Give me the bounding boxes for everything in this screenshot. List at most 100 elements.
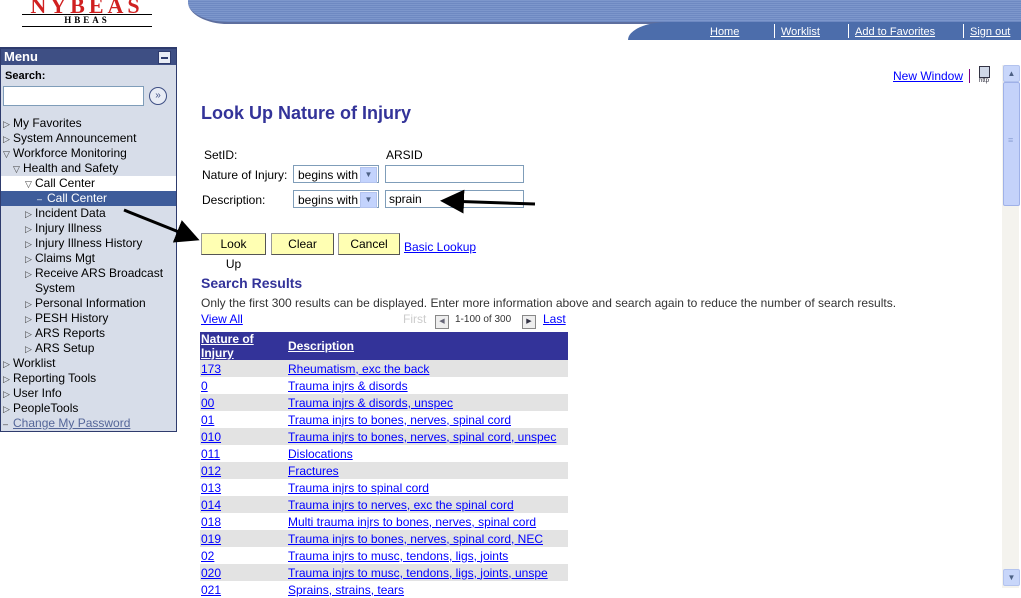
menu-item[interactable]: System [1,281,176,296]
nature-of-injury-link[interactable]: 018 [201,515,221,529]
menu-item[interactable]: ▷ User Info [1,386,176,401]
description-link[interactable]: Trauma injrs to nerves, exc the spinal c… [288,498,514,512]
menu-item[interactable]: ▷ Receive ARS Broadcast [1,266,176,281]
table-row[interactable]: 02 Trauma injrs to musc, tendons, ligs, j… [200,547,568,564]
nature-of-injury-link[interactable]: 010 [201,430,221,444]
menu-item[interactable]: ▷ PESH History [1,311,176,326]
menu-item-label: Receive ARS Broadcast [35,266,164,280]
triangle-down-icon: ▽ [3,149,10,159]
description-link[interactable]: Sprains, strains, tears [288,583,404,597]
nature-of-injury-link[interactable]: 021 [201,583,221,597]
description-link[interactable]: Multi trauma injrs to bones, nerves, spi… [288,515,536,529]
cancel-button[interactable]: Cancel [338,233,400,255]
menu-item[interactable]: ▷ Reporting Tools [1,371,176,386]
look-up-button[interactable]: Look Up [201,233,266,271]
description-link[interactable]: Fractures [288,464,339,478]
nav-home[interactable]: Home [710,26,739,38]
table-row[interactable]: 011 Dislocations [200,445,568,462]
table-row[interactable]: 014 Trauma injrs to nerves, exc the spina… [200,496,568,513]
sort-nature-of-injury[interactable]: Nature of Injury [201,332,254,360]
nav-add-to-favorites[interactable]: Add to Favorites [855,26,935,38]
nature-of-injury-link[interactable]: 012 [201,464,221,478]
menu-item[interactable]: ▷ Injury Illness [1,221,176,236]
menu-search-input[interactable] [3,86,144,106]
description-cell: Trauma injrs to musc, tendons, ligs, joi… [287,564,568,581]
nav-sign-out[interactable]: Sign out [970,26,1010,38]
clear-button[interactable]: Clear [271,233,334,255]
table-row[interactable]: 00 Trauma injrs & disords, unspec [200,394,568,411]
menu-item[interactable]: ▽ Health and Safety [1,161,176,176]
nature-operator-select[interactable]: begins with ▼ [293,165,379,183]
nature-of-injury-link[interactable]: 0 [201,379,208,393]
view-all-link[interactable]: View All [201,312,243,326]
nature-of-injury-cell: 014 [200,496,287,513]
menu-item[interactable]: ▷ Claims Mgt [1,251,176,266]
table-row[interactable]: 01 Trauma injrs to bones, nerves, spinal … [200,411,568,428]
menu-item[interactable]: ▷ Injury Illness History [1,236,176,251]
menu-item[interactable]: ▷ Personal Information [1,296,176,311]
http-icon[interactable]: http [976,66,992,84]
column-header-description[interactable]: Description [287,332,568,360]
scroll-down-icon[interactable]: ▼ [1003,569,1020,586]
nature-of-injury-link[interactable]: 014 [201,498,221,512]
description-operator-select[interactable]: begins with ▼ [293,190,379,208]
scroll-up-icon[interactable]: ▲ [1003,65,1020,82]
description-link[interactable]: Rheumatism, exc the back [288,362,429,376]
description-link[interactable]: Trauma injrs to bones, nerves, spinal co… [288,413,511,427]
description-link[interactable]: Trauma injrs to musc, tendons, ligs, joi… [288,566,548,580]
sort-description[interactable]: Description [288,339,354,353]
description-link[interactable]: Trauma injrs to musc, tendons, ligs, joi… [288,549,508,563]
http-icon-label: http [978,78,989,84]
nature-of-injury-link[interactable]: 01 [201,413,214,427]
new-window-link[interactable]: New Window [893,69,963,83]
table-row[interactable]: 020 Trauma injrs to musc, tendons, ligs, … [200,564,568,581]
description-link[interactable]: Trauma injrs to bones, nerves, spinal co… [288,430,556,444]
nature-of-injury-link[interactable]: 013 [201,481,221,495]
table-row[interactable]: 021 Sprains, strains, tears [200,581,568,598]
table-row[interactable]: 012 Fractures [200,462,568,479]
next-page-icon[interactable]: ▶ [522,315,536,329]
menu-item[interactable]: ▷ My Favorites [1,116,176,131]
last-page-link[interactable]: Last [543,312,566,326]
menu-item[interactable]: ▷ ARS Setup [1,341,176,356]
nature-of-injury-input[interactable] [385,165,524,183]
table-row[interactable]: 013 Trauma injrs to spinal cord [200,479,568,496]
chevron-down-icon[interactable]: ▼ [360,167,377,183]
menu-item[interactable]: ▽ Workforce Monitoring [1,146,176,161]
table-row[interactable]: 019 Trauma injrs to bones, nerves, spinal… [200,530,568,547]
nature-of-injury-link[interactable]: 02 [201,549,214,563]
menu-item[interactable]: ▷ System Announcement [1,131,176,146]
table-row[interactable]: 0 Trauma injrs & disords [200,377,568,394]
description-link[interactable]: Trauma injrs to bones, nerves, spinal co… [288,532,543,546]
menu-item[interactable]: ▷ ARS Reports [1,326,176,341]
vertical-scrollbar[interactable]: ▲ ▼ [1002,65,1020,588]
basic-lookup-link[interactable]: Basic Lookup [404,240,476,254]
nature-of-injury-link[interactable]: 020 [201,566,221,580]
menu-item[interactable]: ▷ Worklist [1,356,176,371]
description-link[interactable]: Dislocations [288,447,353,461]
nature-of-injury-link[interactable]: 00 [201,396,214,410]
table-row[interactable]: 018 Multi trauma injrs to bones, nerves, … [200,513,568,530]
menu-item[interactable]: ▷ PeopleTools [1,401,176,416]
chevron-down-icon[interactable]: ▼ [360,192,377,208]
column-header-nature-of-injury[interactable]: Nature of Injury [200,332,287,360]
table-row[interactable]: 173 Rheumatism, exc the back [200,360,568,377]
nature-of-injury-link[interactable]: 011 [201,447,220,461]
table-row[interactable]: 010 Trauma injrs to bones, nerves, spinal… [200,428,568,445]
menu-item[interactable]: – Change My Password [1,416,176,431]
nature-of-injury-link[interactable]: 173 [201,362,221,376]
nav-worklist[interactable]: Worklist [781,26,820,38]
menu-item[interactable]: ▽ Call Center [1,176,176,191]
scrollbar-thumb[interactable] [1003,82,1020,206]
page-icon [978,66,990,78]
description-link[interactable]: Trauma injrs & disords [288,379,408,393]
menu-item[interactable]: – Call Center [1,191,176,206]
description-input[interactable] [385,190,524,208]
search-go-icon[interactable]: » [149,87,167,105]
description-link[interactable]: Trauma injrs & disords, unspec [288,396,453,410]
description-cell: Sprains, strains, tears [287,581,568,598]
menu-item[interactable]: ▷ Incident Data [1,206,176,221]
description-link[interactable]: Trauma injrs to spinal cord [288,481,429,495]
nature-of-injury-link[interactable]: 019 [201,532,221,546]
collapse-menu-icon[interactable] [158,51,171,64]
